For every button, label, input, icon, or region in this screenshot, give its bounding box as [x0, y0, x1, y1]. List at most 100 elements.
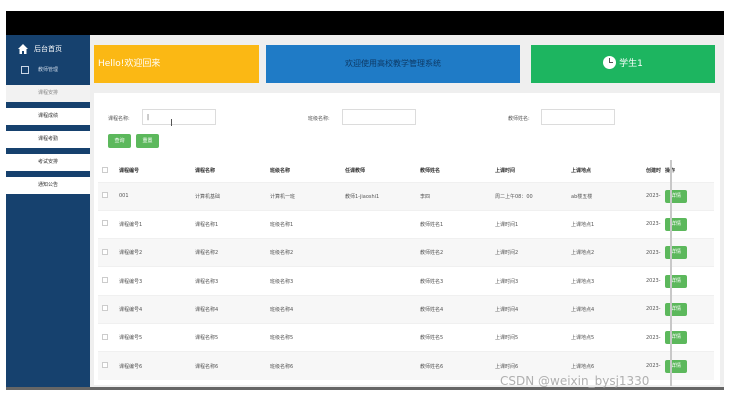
table-cell: 周二上午08：00: [491, 181, 567, 211]
course-name-label: 课程名称:: [108, 116, 130, 122]
table-cell: [341, 266, 416, 296]
select-all-cell[interactable]: [98, 160, 115, 182]
table-row[interactable]: 课程编号2 课程名称2 班级名称2 教师姓名2 上课时间2 上课地点2 2023- 详情: [98, 238, 714, 267]
table-cell: 课程编号5: [115, 322, 191, 352]
table-cell: 上课地点2: [567, 238, 642, 267]
welcome-banner: 欢迎使用高校教学管理系统: [266, 45, 520, 83]
row-select-cell[interactable]: [98, 209, 115, 239]
table-row[interactable]: 课程编号4 课程名称4 班级名称4 教师姓名4 上课时间4 上课地点4 2023- 详情: [98, 294, 714, 324]
detail-button[interactable]: 详情: [665, 246, 687, 260]
sidebar-item-announcements[interactable]: 通知公告: [6, 177, 90, 194]
sidebar: 后台首页 教师管理 课程安排 课程成绩 课程考勤 考试安排 通知公告: [6, 35, 90, 387]
action-cell: 详情: [661, 238, 714, 267]
row-checkbox[interactable]: [102, 220, 108, 227]
sidebar-item-course-attendance[interactable]: 课程考勤: [6, 131, 90, 148]
table-cell: [341, 351, 416, 381]
row-select-cell[interactable]: [98, 181, 115, 211]
table-cell: 上课地点5: [567, 322, 642, 352]
sidebar-header: 后台首页 教师管理: [6, 35, 90, 79]
table-cell: 课程编号6: [115, 351, 191, 381]
table-body: 001 计算机基础 计算机一班 教师1-jiaoshi1 李四 周二上午08：00 ab楼五…: [98, 181, 714, 381]
reset-button[interactable]: 重置: [136, 134, 159, 148]
teacher-name-label: 教师姓名:: [508, 116, 530, 122]
home-link[interactable]: 后台首页: [34, 44, 62, 54]
section-label[interactable]: 教师管理: [38, 66, 58, 73]
sidebar-item-course-grades[interactable]: 课程成绩: [6, 108, 90, 125]
column-header[interactable]: 创建时间: [642, 160, 661, 182]
table-cell: 上课地点1: [567, 209, 642, 239]
text-cursor: [171, 119, 173, 126]
detail-button[interactable]: 详情: [665, 359, 687, 373]
table-cell: 计算机一班: [266, 181, 341, 211]
course-table: 课程编号 课程名称 班级名称 任课教师 教师姓名 上课时间 上课地点 创建时间 …: [98, 160, 714, 381]
column-header[interactable]: 课程名称: [191, 160, 266, 182]
table-cell: 课程编号1: [115, 209, 191, 239]
table-cell: 计算机基础: [191, 181, 266, 211]
query-button[interactable]: 查询: [108, 134, 131, 148]
row-checkbox[interactable]: [102, 305, 108, 312]
table-cell: 班级名称2: [266, 238, 341, 267]
column-header[interactable]: 教师姓名: [416, 160, 491, 182]
home-icon[interactable]: [17, 43, 29, 55]
teacher-name-input[interactable]: [541, 109, 615, 125]
table-cell: 2023-: [642, 209, 661, 239]
column-header[interactable]: 上课时间: [491, 160, 567, 182]
row-select-cell[interactable]: [98, 238, 115, 267]
table-cell: 教师姓名3: [416, 266, 491, 296]
list-panel: 课程名称: 班级名称: 教师姓名: 查询 重置: [94, 93, 720, 385]
table-cell: 课程名称4: [191, 294, 266, 324]
table-cell: 教师姓名6: [416, 351, 491, 381]
row-checkbox[interactable]: [102, 333, 108, 340]
table-cell: 上课地点4: [567, 294, 642, 324]
table-row[interactable]: 001 计算机基础 计算机一班 教师1-jiaoshi1 李四 周二上午08：00 ab楼五…: [98, 181, 714, 211]
table-cell: 教师姓名1: [416, 209, 491, 239]
class-name-input[interactable]: [342, 109, 416, 125]
table-cell: 班级名称3: [266, 266, 341, 296]
table-cell: 课程名称2: [191, 238, 266, 267]
action-cell: 详情: [661, 294, 714, 324]
action-cell: 详情: [661, 209, 714, 239]
sidebar-item-exam-schedule[interactable]: 考试安排: [6, 154, 90, 171]
detail-button[interactable]: 详情: [665, 217, 687, 231]
table-cell: 上课时间4: [491, 294, 567, 324]
row-checkbox[interactable]: [102, 277, 108, 284]
row-select-cell[interactable]: [98, 266, 115, 296]
table-cell: 2023-: [642, 322, 661, 352]
table-header-row: 课程编号 课程名称 班级名称 任课教师 教师姓名 上课时间 上课地点 创建时间 …: [98, 160, 714, 182]
column-header: 操作: [661, 160, 714, 182]
column-header[interactable]: 任课教师: [341, 160, 416, 182]
detail-button[interactable]: 详情: [665, 274, 687, 288]
detail-button[interactable]: 详情: [665, 302, 687, 316]
table-row[interactable]: 课程编号1 课程名称1 班级名称1 教师姓名1 上课时间1 上课地点1 2023- 详情: [98, 209, 714, 239]
row-checkbox[interactable]: [102, 192, 108, 199]
table-cell: [341, 322, 416, 352]
table-cell: 班级名称6: [266, 351, 341, 381]
row-select-cell[interactable]: [98, 294, 115, 324]
select-all-checkbox[interactable]: [102, 166, 108, 173]
column-header[interactable]: 班级名称: [266, 160, 341, 182]
detail-button[interactable]: 详情: [665, 331, 687, 345]
table-cell: 教师姓名2: [416, 238, 491, 267]
detail-button[interactable]: 详情: [665, 189, 687, 203]
table-cell: [341, 238, 416, 267]
table-cell: 课程名称6: [191, 351, 266, 381]
table-cell: 课程名称3: [191, 266, 266, 296]
table-cell: 课程编号4: [115, 294, 191, 324]
course-name-input[interactable]: [142, 109, 216, 125]
table-cell: 班级名称5: [266, 322, 341, 352]
row-select-cell[interactable]: [98, 322, 115, 352]
table-cell: 教师姓名5: [416, 322, 491, 352]
table-row[interactable]: 课程编号5 课程名称5 班级名称5 教师姓名5 上课时间5 上课地点5 2023- 详情: [98, 322, 714, 352]
action-cell: 详情: [661, 266, 714, 296]
row-checkbox[interactable]: [102, 248, 108, 255]
row-select-cell[interactable]: [98, 351, 115, 381]
column-header[interactable]: 课程编号: [115, 160, 191, 182]
column-header[interactable]: 上课地点: [567, 160, 642, 182]
table-cell: 上课时间5: [491, 322, 567, 352]
row-checkbox[interactable]: [102, 362, 108, 369]
table-row[interactable]: 课程编号3 课程名称3 班级名称3 教师姓名3 上课时间3 上课地点3 2023- 详情: [98, 266, 714, 296]
user-banner[interactable]: 学生1: [531, 45, 715, 83]
vertical-scrollbar[interactable]: [670, 160, 672, 386]
top-black-bar: [6, 11, 724, 35]
sidebar-item-course-schedule[interactable]: 课程安排: [6, 85, 90, 102]
